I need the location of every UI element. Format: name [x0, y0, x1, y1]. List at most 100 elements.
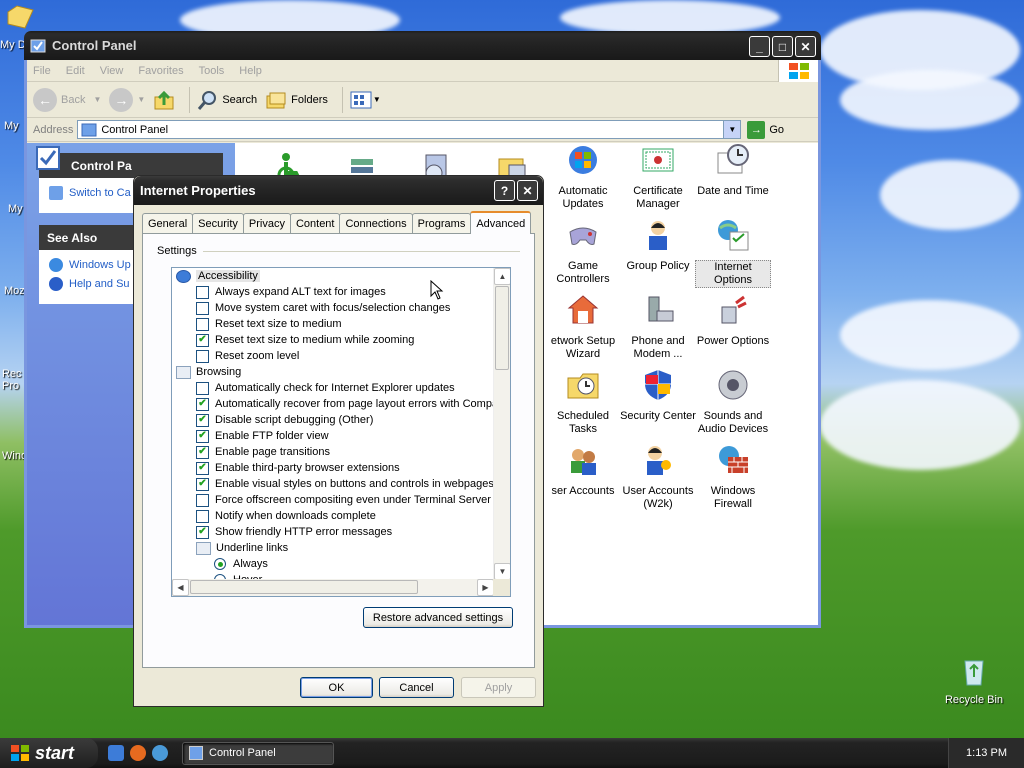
cp-item-power-options[interactable]: Power Options: [695, 293, 771, 348]
minimize-button[interactable]: _: [749, 36, 770, 57]
settings-tree[interactable]: Accessibility Always expand ALT text for …: [171, 267, 511, 597]
cp-item-game-controllers[interactable]: Game Controllers: [545, 218, 621, 286]
cp-item-user-accounts[interactable]: ser Accounts: [545, 443, 621, 498]
dialog-titlebar[interactable]: Internet Properties ? ✕: [134, 176, 543, 205]
settings-checkbox-option[interactable]: ✔ Enable page transitions: [172, 444, 494, 460]
settings-checkbox-option[interactable]: ✔ Enable third-party browser extensions: [172, 460, 494, 476]
checkbox[interactable]: [196, 509, 209, 523]
horizontal-scroll-thumb[interactable]: [190, 580, 418, 594]
settings-checkbox-option[interactable]: ✔ Show friendly HTTP error messages: [172, 524, 494, 540]
internet-explorer-icon[interactable]: [108, 745, 124, 761]
settings-checkbox-option[interactable]: ✔ Disable script debugging (Other): [172, 412, 494, 428]
cancel-button[interactable]: Cancel: [379, 677, 454, 698]
settings-checkbox-option[interactable]: Notify when downloads complete: [172, 508, 494, 524]
scroll-left-button[interactable]: ◀: [172, 579, 189, 596]
restore-advanced-settings-button[interactable]: Restore advanced settings: [363, 607, 513, 628]
checkbox[interactable]: [196, 285, 209, 299]
scroll-up-button[interactable]: ▲: [494, 268, 510, 285]
ok-button[interactable]: OK: [300, 677, 373, 698]
settings-checkbox-option[interactable]: ✔ Enable FTP folder view: [172, 428, 494, 444]
tab-content[interactable]: Content: [289, 213, 341, 233]
cp-item-internet-options[interactable]: Internet Options: [695, 218, 771, 288]
settings-checkbox-option[interactable]: ✔ Automatically recover from page layout …: [172, 396, 494, 412]
settings-checkbox-option[interactable]: Always expand ALT text for images: [172, 284, 494, 300]
vertical-scrollbar[interactable]: ▲ ▼: [493, 268, 510, 580]
address-input[interactable]: Control Panel ▼: [77, 120, 742, 139]
settings-checkbox-option[interactable]: Move system caret with focus/selection c…: [172, 300, 494, 316]
desktop-icon-recycle-bin[interactable]: Recycle Bin: [942, 655, 1006, 706]
taskbar-item-control-panel[interactable]: Control Panel: [182, 741, 334, 765]
cp-item-automatic-updates[interactable]: Automatic Updates: [545, 143, 621, 211]
settings-checkbox-option[interactable]: Automatically check for Internet Explore…: [172, 380, 494, 396]
checkbox[interactable]: [196, 349, 209, 363]
up-folder-button[interactable]: [153, 89, 175, 111]
cp-item-phone-and-modem[interactable]: Phone and Modem ...: [620, 293, 696, 361]
folders-button[interactable]: Folders: [265, 89, 328, 111]
settings-checkbox-option[interactable]: Force offscreen compositing even under T…: [172, 492, 494, 508]
checkbox[interactable]: [196, 493, 209, 507]
settings-category[interactable]: Accessibility: [172, 268, 494, 284]
desktop-icon-my-computer[interactable]: My: [4, 120, 19, 132]
dialog-close-button[interactable]: ✕: [517, 180, 538, 201]
cp-item-scheduled-tasks[interactable]: Scheduled Tasks: [545, 368, 621, 436]
cp-item-network-setup-wizard[interactable]: etwork Setup Wizard: [545, 293, 621, 361]
maximize-button[interactable]: □: [772, 36, 793, 57]
cp-item-date-and-time[interactable]: Date and Time: [695, 143, 771, 198]
firefox-icon[interactable]: [130, 745, 146, 761]
checkbox[interactable]: ✔: [196, 397, 209, 411]
checkbox[interactable]: ✔: [196, 333, 209, 347]
settings-category[interactable]: Browsing: [172, 364, 494, 380]
clock[interactable]: 1:13 PM: [966, 747, 1007, 759]
cp-item-windows-firewall[interactable]: Windows Firewall: [695, 443, 771, 511]
checkbox[interactable]: ✔: [196, 477, 209, 491]
desktop-icon-my-network[interactable]: My: [8, 203, 23, 215]
menu-view[interactable]: View: [100, 65, 124, 77]
views-button[interactable]: ▼: [349, 89, 381, 111]
checkbox[interactable]: ✔: [196, 445, 209, 459]
desktop-icon-mozilla[interactable]: Moz: [4, 285, 25, 297]
menu-tools[interactable]: Tools: [199, 65, 225, 77]
horizontal-scrollbar[interactable]: ◀ ▶: [172, 579, 494, 596]
scroll-down-button[interactable]: ▼: [494, 563, 510, 580]
tab-programs[interactable]: Programs: [411, 213, 472, 233]
tab-advanced[interactable]: Advanced: [470, 211, 532, 234]
tab-security[interactable]: Security: [192, 213, 244, 233]
forward-button[interactable]: → ▼: [109, 87, 145, 112]
menu-edit[interactable]: Edit: [66, 65, 85, 77]
help-button[interactable]: ?: [494, 180, 515, 201]
settings-category[interactable]: Underline links: [172, 540, 494, 556]
media-player-icon[interactable]: [152, 745, 168, 761]
settings-checkbox-option[interactable]: Reset zoom level: [172, 348, 494, 364]
apply-button[interactable]: Apply: [461, 677, 536, 698]
settings-radio-option[interactable]: Always: [172, 556, 494, 572]
tab-general[interactable]: General: [142, 213, 194, 233]
cp-item-user-accounts-w2k[interactable]: User Accounts (W2k): [620, 443, 696, 511]
cp-item-security-center[interactable]: Security Center: [620, 368, 696, 423]
cp-item-sounds-and-audio[interactable]: Sounds and Audio Devices: [695, 368, 771, 436]
checkbox[interactable]: ✔: [196, 461, 209, 475]
tab-privacy[interactable]: Privacy: [242, 213, 291, 233]
desktop-icon-partial[interactable]: Rec Pro: [2, 368, 24, 392]
checkbox[interactable]: [196, 381, 209, 395]
settings-checkbox-option[interactable]: ✔ Reset text size to medium while zooming: [172, 332, 494, 348]
radio-button[interactable]: [214, 558, 226, 570]
checkbox[interactable]: ✔: [196, 413, 209, 427]
scroll-right-button[interactable]: ▶: [477, 579, 494, 596]
cp-item-certificate-manager[interactable]: Certificate Manager: [620, 143, 696, 211]
back-button[interactable]: ← Back ▼: [33, 87, 101, 112]
checkbox[interactable]: [196, 301, 209, 315]
search-button[interactable]: Search: [196, 89, 257, 111]
start-button[interactable]: start: [0, 738, 98, 768]
menu-favorites[interactable]: Favorites: [138, 65, 183, 77]
checkbox[interactable]: ✔: [196, 525, 209, 539]
menu-help[interactable]: Help: [239, 65, 262, 77]
settings-checkbox-option[interactable]: Reset text size to medium: [172, 316, 494, 332]
cp-item-group-policy[interactable]: Group Policy: [620, 218, 696, 273]
checkbox[interactable]: [196, 317, 209, 331]
settings-checkbox-option[interactable]: ✔ Enable visual styles on buttons and con…: [172, 476, 494, 492]
tab-connections[interactable]: Connections: [339, 213, 413, 233]
address-dropdown-button[interactable]: ▼: [723, 121, 741, 138]
go-button[interactable]: → Go: [747, 120, 784, 139]
menu-file[interactable]: File: [33, 65, 51, 77]
control-panel-titlebar[interactable]: Control Panel _ □ ✕: [24, 31, 821, 60]
